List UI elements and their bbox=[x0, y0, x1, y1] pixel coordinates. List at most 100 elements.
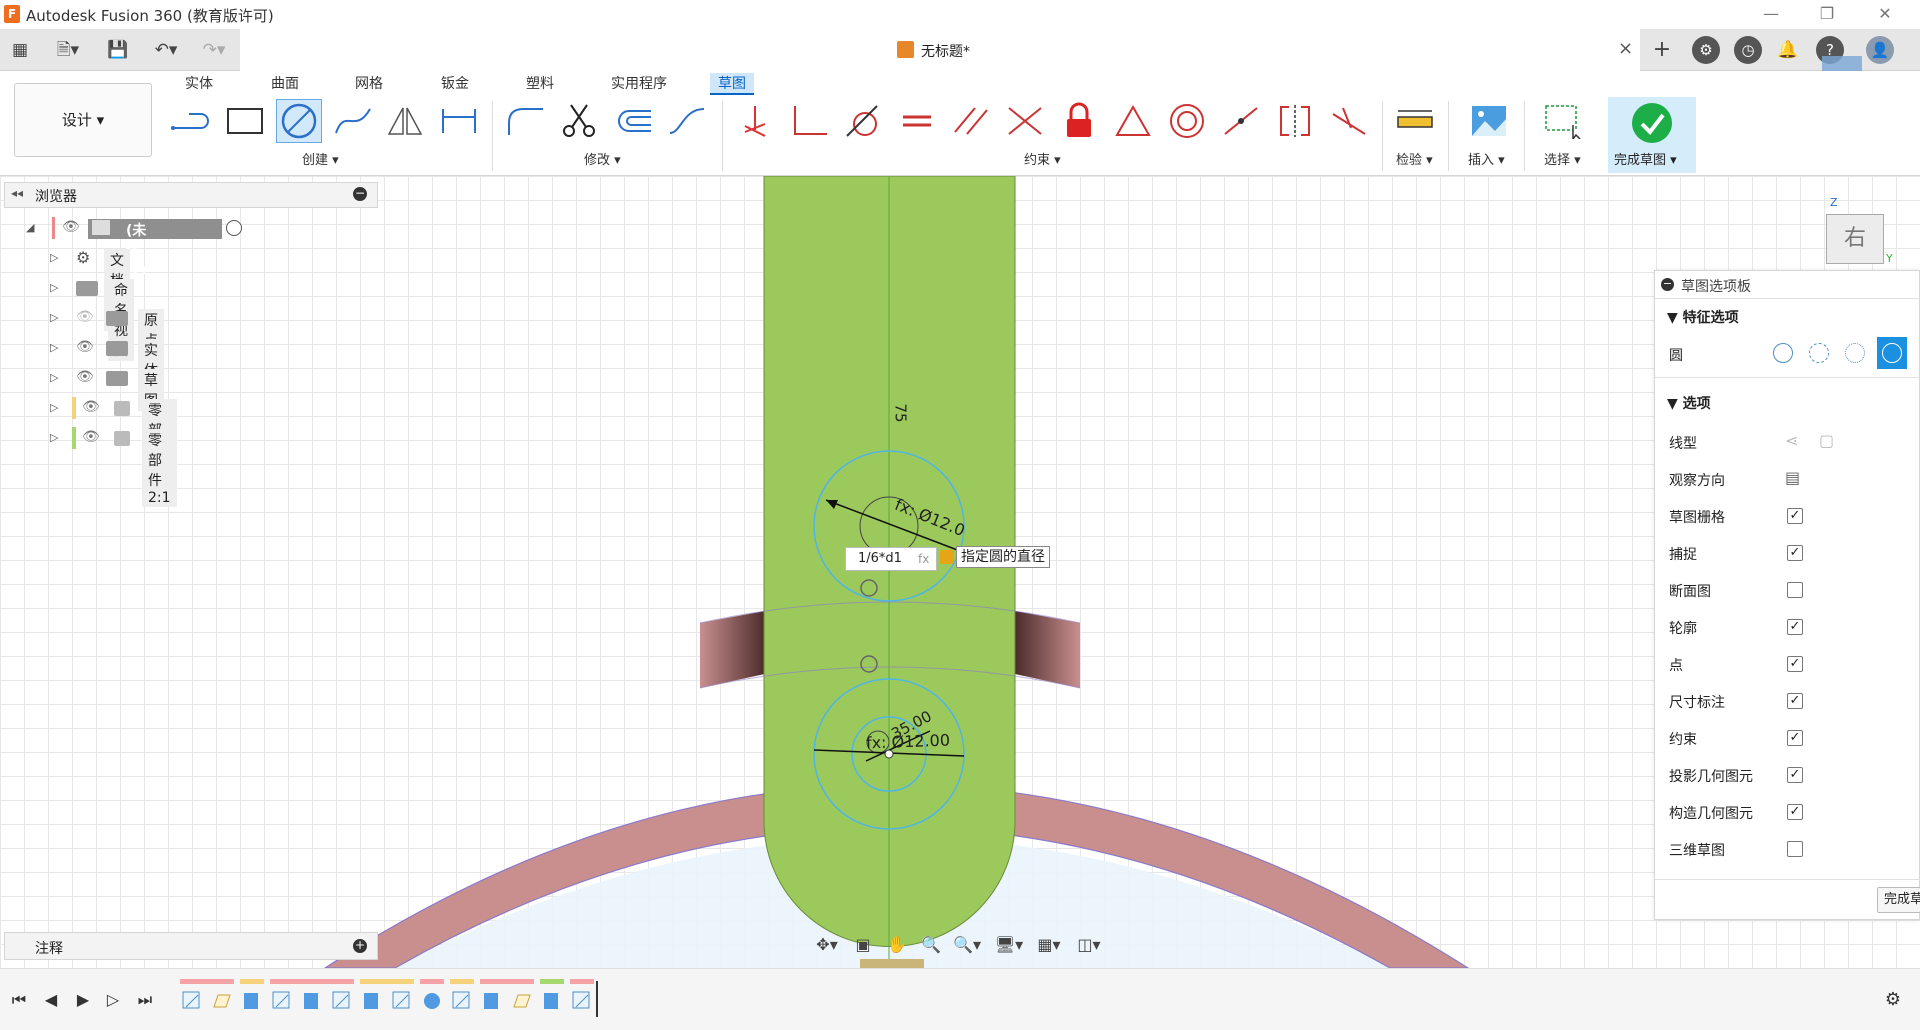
centerline-linetype-icon[interactable]: ▢ bbox=[1819, 431, 1834, 450]
timeline-component-icon[interactable] bbox=[510, 989, 534, 1013]
document-tab[interactable]: 无标题* × bbox=[240, 29, 1640, 71]
eye-hidden-icon[interactable]: 👁 bbox=[76, 309, 94, 325]
timeline-settings-gear-icon[interactable]: ⚙ bbox=[1882, 989, 1904, 1011]
notifications-bell-icon[interactable]: 🔔 bbox=[1774, 37, 1802, 63]
expand-icon[interactable]: ▷ bbox=[50, 311, 62, 324]
constraints-checkbox[interactable]: ✓ bbox=[1787, 730, 1803, 746]
midpoint-icon[interactable] bbox=[1218, 99, 1264, 143]
new-tab-icon[interactable]: + bbox=[1648, 37, 1676, 63]
finish-sketch-palette-button[interactable]: 完成草 bbox=[1877, 887, 1920, 913]
expand-icon[interactable]: ▷ bbox=[50, 251, 62, 264]
curve-tool-icon[interactable] bbox=[664, 99, 710, 143]
concentric-icon[interactable] bbox=[1164, 99, 1210, 143]
extensions-icon[interactable]: ⚙ bbox=[1692, 36, 1720, 64]
viewcube[interactable]: 右 bbox=[1826, 214, 1884, 264]
user-avatar[interactable]: 👤 bbox=[1866, 36, 1894, 64]
profile-checkbox[interactable]: ✓ bbox=[1787, 619, 1803, 635]
timeline-revolve-icon[interactable] bbox=[420, 989, 444, 1013]
save-icon[interactable]: 💾 bbox=[104, 37, 132, 63]
annotations-panel[interactable]: 注释 + bbox=[4, 932, 378, 960]
tab-surface[interactable]: 曲面 bbox=[263, 73, 307, 95]
eye-icon[interactable]: 👁 bbox=[76, 369, 94, 385]
select-group-label[interactable]: 选择 ▾ bbox=[1544, 149, 1581, 168]
rectangle-tool-icon[interactable] bbox=[222, 99, 268, 143]
grid-settings-icon[interactable]: ▦▾ bbox=[1032, 934, 1066, 956]
close-window-button[interactable]: ✕ bbox=[1862, 2, 1908, 26]
collapse-browser-icon[interactable]: ◂◂ bbox=[11, 186, 23, 200]
dimension-75[interactable]: 75 bbox=[892, 403, 910, 422]
previous-step-icon[interactable]: ◀ bbox=[40, 989, 62, 1011]
expand-icon[interactable]: ▷ bbox=[50, 341, 62, 354]
lock-dimension-icon[interactable] bbox=[940, 550, 954, 564]
tab-mesh[interactable]: 网格 bbox=[347, 73, 391, 95]
activate-radio-icon[interactable] bbox=[226, 220, 242, 236]
workspace-switcher-button[interactable]: 设计 ▾ bbox=[14, 83, 152, 157]
circle-tool-icon[interactable] bbox=[276, 99, 322, 143]
zoom-icon[interactable]: 🔍 bbox=[914, 934, 948, 956]
last-step-icon[interactable]: ⏭ bbox=[134, 989, 156, 1011]
apps-grid-icon[interactable]: ▦ bbox=[6, 37, 34, 63]
timeline-sketch-icon[interactable] bbox=[570, 989, 594, 1013]
timeline-sketch-icon[interactable] bbox=[180, 989, 204, 1013]
timeline-playhead[interactable] bbox=[596, 981, 598, 1017]
tab-utilities[interactable]: 实用程序 bbox=[603, 73, 675, 95]
fix-constraint-icon[interactable] bbox=[732, 99, 778, 143]
first-step-icon[interactable]: ⏮ bbox=[8, 989, 30, 1011]
fillet-tool-icon[interactable] bbox=[502, 99, 548, 143]
tab-solid[interactable]: 实体 bbox=[177, 73, 221, 95]
timeline-extrude-icon[interactable] bbox=[300, 989, 324, 1013]
modify-group-label[interactable]: 修改 ▾ bbox=[584, 149, 621, 168]
undo-button[interactable]: ↶▾ bbox=[146, 37, 186, 63]
zoom-window-icon[interactable]: 🔍▾ bbox=[950, 934, 984, 956]
inspect-group-label[interactable]: 检验 ▾ bbox=[1396, 149, 1433, 168]
play-icon[interactable]: ▶ bbox=[72, 989, 94, 1011]
offset-tool-icon[interactable] bbox=[610, 99, 656, 143]
timeline-sketch-icon[interactable] bbox=[330, 989, 354, 1013]
pan-hand-icon[interactable]: ✋ bbox=[880, 934, 914, 956]
fx-icon[interactable]: fx bbox=[918, 548, 929, 570]
mirror-tool-icon[interactable] bbox=[382, 99, 428, 143]
perpendicular-icon[interactable] bbox=[786, 99, 832, 143]
create-group-label[interactable]: 创建 ▾ bbox=[302, 149, 339, 168]
timeline-extrude-icon[interactable] bbox=[360, 989, 384, 1013]
browser-header[interactable]: ◂◂ 浏览器 − bbox=[4, 182, 378, 208]
restore-button[interactable]: ❐ bbox=[1804, 2, 1850, 26]
eye-icon[interactable]: 👁 bbox=[76, 339, 94, 355]
timeline-component-icon[interactable] bbox=[210, 989, 234, 1013]
3d-sketch-checkbox[interactable] bbox=[1787, 841, 1803, 857]
points-checkbox[interactable]: ✓ bbox=[1787, 656, 1803, 672]
timeline-sketch-icon[interactable] bbox=[270, 989, 294, 1013]
close-tab-icon[interactable]: × bbox=[1618, 38, 1633, 59]
timeline-sketch-icon[interactable] bbox=[450, 989, 474, 1013]
eye-icon[interactable]: 👁 bbox=[62, 219, 80, 235]
expand-icon[interactable]: ▷ bbox=[50, 281, 62, 294]
tab-plastic[interactable]: 塑料 bbox=[518, 73, 562, 95]
parallel-icon[interactable] bbox=[948, 99, 994, 143]
job-status-icon[interactable]: ◷ bbox=[1734, 36, 1762, 64]
lock-icon[interactable] bbox=[1056, 99, 1102, 143]
curvature-icon[interactable] bbox=[1326, 99, 1372, 143]
design-canvas[interactable]: 75 fx: Ø12.0 fx: Ø12.00 35.00 bbox=[0, 176, 1920, 968]
symmetry-icon[interactable] bbox=[1272, 99, 1318, 143]
snap-checkbox[interactable]: ✓ bbox=[1787, 545, 1803, 561]
coincident-icon[interactable] bbox=[1002, 99, 1048, 143]
add-annotation-icon[interactable]: + bbox=[353, 939, 367, 953]
next-step-icon[interactable]: ▷ bbox=[102, 989, 124, 1011]
timeline-extrude-icon[interactable] bbox=[540, 989, 564, 1013]
eye-icon[interactable]: 👁 bbox=[82, 399, 100, 415]
finish-sketch-button[interactable]: 完成草图 ▾ bbox=[1608, 97, 1696, 173]
feature-options-header[interactable]: ▼ 特征选项 bbox=[1667, 307, 1739, 327]
projected-geometry-checkbox[interactable]: ✓ bbox=[1787, 767, 1803, 783]
dimension-value-input[interactable]: 1/6*d1 fx bbox=[845, 547, 937, 571]
sketch-geometry[interactable] bbox=[0, 176, 1920, 968]
timeline-sketch-icon[interactable] bbox=[390, 989, 414, 1013]
two-point-circle-icon[interactable] bbox=[1809, 343, 1829, 363]
sketch-grid-checkbox[interactable]: ✓ bbox=[1787, 508, 1803, 524]
expand-icon[interactable]: ▷ bbox=[50, 431, 62, 444]
expand-icon[interactable]: ◢ bbox=[26, 221, 38, 234]
minimize-button[interactable]: — bbox=[1748, 2, 1794, 26]
measure-ruler-icon[interactable] bbox=[1392, 99, 1438, 143]
palette-collapse-icon[interactable]: − bbox=[1661, 278, 1674, 291]
tangent-icon[interactable] bbox=[840, 99, 886, 143]
triangle-icon[interactable] bbox=[1110, 99, 1156, 143]
